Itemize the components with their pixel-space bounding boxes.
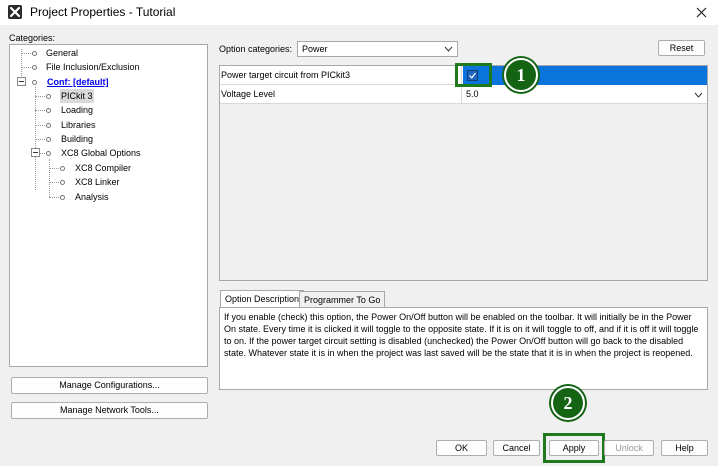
node-dot-icon bbox=[46, 123, 51, 128]
ok-button[interactable]: OK bbox=[436, 440, 487, 456]
tree-item-label: General bbox=[46, 48, 79, 58]
tree-item-label: Building bbox=[61, 134, 94, 144]
node-dot-icon bbox=[32, 51, 37, 56]
manage-configurations-button[interactable]: Manage Configurations... bbox=[11, 377, 208, 394]
option-description-text: If you enable (check) this option, the P… bbox=[224, 312, 699, 358]
property-value-cell[interactable] bbox=[463, 66, 707, 85]
collapse-icon[interactable] bbox=[31, 148, 40, 157]
node-dot-icon bbox=[46, 151, 51, 156]
node-dot-icon bbox=[32, 80, 37, 85]
tree-connector bbox=[49, 159, 50, 197]
voltage-level-value: 5.0 bbox=[466, 89, 479, 99]
tree-item-label: XC8 Global Options bbox=[61, 148, 141, 158]
option-categories-select[interactable]: Power bbox=[297, 41, 458, 57]
chevron-down-icon bbox=[694, 92, 703, 98]
cancel-button[interactable]: Cancel bbox=[493, 440, 540, 456]
tree-item-label: PICkit 3 bbox=[60, 89, 94, 103]
tab-programmer-to-go[interactable]: Programmer To Go bbox=[299, 291, 386, 307]
option-categories-value: Power bbox=[302, 44, 328, 54]
tree-item-label: XC8 Compiler bbox=[75, 163, 132, 173]
node-dot-icon bbox=[46, 94, 51, 99]
manage-network-tools-button[interactable]: Manage Network Tools... bbox=[11, 402, 208, 419]
callout-badge-1: 1 bbox=[504, 58, 538, 92]
tree-item-label: File Inclusion/Exclusion bbox=[46, 62, 140, 72]
window-title: Project Properties - Tutorial bbox=[30, 5, 176, 19]
categories-tree[interactable]: General File Inclusion/Exclusion Conf: [… bbox=[9, 44, 208, 367]
tree-item-label: Libraries bbox=[61, 120, 96, 130]
collapse-icon[interactable] bbox=[17, 77, 26, 86]
tree-item-xc8-global-options[interactable]: XC8 Global Options bbox=[30, 146, 150, 160]
tree-item-pickit3[interactable]: PICkit 3 bbox=[46, 89, 126, 103]
tree-item-label: Loading bbox=[61, 105, 94, 115]
title-bar: Project Properties - Tutorial bbox=[0, 0, 718, 25]
property-name: Power target circuit from PICkit3 bbox=[220, 66, 462, 85]
property-row-voltage-level[interactable]: Voltage Level 5.0 bbox=[220, 85, 707, 104]
node-dot-icon bbox=[60, 180, 65, 185]
node-dot-icon bbox=[46, 137, 51, 142]
option-categories-label: Option categories: bbox=[219, 44, 293, 54]
node-dot-icon bbox=[46, 108, 51, 113]
property-name: Voltage Level bbox=[220, 85, 462, 104]
tree-item-label: Analysis bbox=[75, 192, 109, 202]
tree-item-label: Conf: [default] bbox=[47, 77, 109, 87]
tree-item-conf-default[interactable]: Conf: [default] bbox=[16, 75, 136, 89]
categories-label: Categories: bbox=[9, 33, 56, 43]
node-dot-icon bbox=[32, 65, 37, 70]
option-description-panel: If you enable (check) this option, the P… bbox=[219, 307, 708, 390]
tree-item-label: XC8 Linker bbox=[75, 177, 120, 187]
tab-option-description[interactable]: Option Description bbox=[220, 290, 305, 307]
callout-highlight-checkbox bbox=[455, 63, 492, 87]
voltage-level-select[interactable]: 5.0 bbox=[463, 85, 707, 104]
reset-button[interactable]: Reset bbox=[658, 40, 705, 56]
close-icon bbox=[696, 7, 706, 17]
apply-button[interactable]: Apply bbox=[549, 440, 599, 456]
app-logo-icon bbox=[8, 5, 22, 19]
help-button[interactable]: Help bbox=[661, 440, 708, 456]
options-property-grid: Power target circuit from PICkit3 Voltag… bbox=[219, 65, 708, 281]
unlock-button[interactable]: Unlock bbox=[604, 440, 654, 456]
chevron-down-icon bbox=[444, 46, 453, 52]
close-button[interactable] bbox=[690, 2, 712, 22]
node-dot-icon bbox=[60, 195, 65, 200]
node-dot-icon bbox=[60, 166, 65, 171]
callout-badge-2: 2 bbox=[551, 386, 585, 420]
